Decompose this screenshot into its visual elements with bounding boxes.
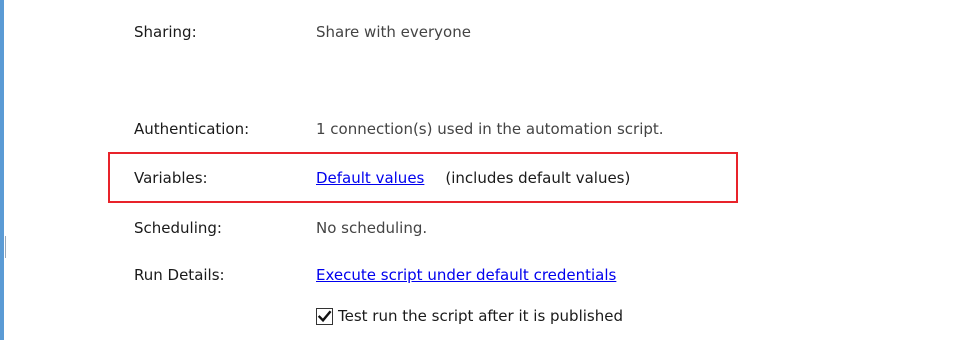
sharing-row: Sharing: Share with everyone (0, 20, 956, 44)
test-run-checkbox[interactable] (316, 307, 333, 325)
run-details-value: Execute script under default credentials (316, 266, 616, 284)
sharing-value: Share with everyone (316, 23, 471, 41)
scheduling-row: Scheduling: No scheduling. (0, 216, 956, 240)
authentication-label: Authentication: (134, 120, 250, 138)
authentication-row: Authentication: 1 connection(s) used in … (0, 117, 956, 141)
sharing-label: Sharing: (134, 23, 197, 41)
variables-value: Default values (includes default values) (316, 169, 630, 187)
variables-label: Variables: (134, 169, 208, 187)
run-details-label: Run Details: (134, 266, 225, 284)
execute-script-credentials-link[interactable]: Execute script under default credentials (316, 266, 616, 284)
variables-note: (includes default values) (445, 169, 631, 187)
test-run-option[interactable]: Test run the script after it is publishe… (316, 306, 623, 326)
test-run-label: Test run the script after it is publishe… (338, 307, 623, 325)
scheduling-label: Scheduling: (134, 219, 222, 237)
authentication-value: 1 connection(s) used in the automation s… (316, 120, 664, 138)
run-details-row: Run Details: Execute script under defaul… (0, 263, 956, 287)
checkmark-icon (317, 310, 332, 322)
default-values-link[interactable]: Default values (316, 169, 424, 187)
publish-settings-panel: Sharing: Share with everyone Authenticat… (0, 0, 956, 340)
scheduling-value: No scheduling. (316, 219, 428, 237)
variables-row: Variables: Default values (includes defau… (0, 166, 956, 190)
